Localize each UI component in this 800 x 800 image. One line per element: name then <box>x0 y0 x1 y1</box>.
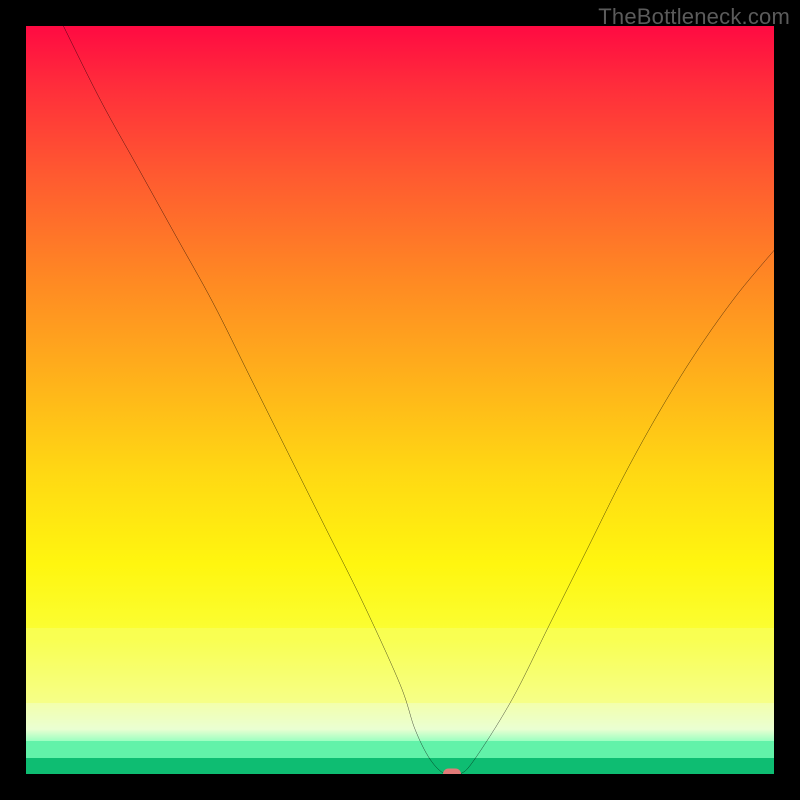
chart-frame: TheBottleneck.com <box>0 0 800 800</box>
plot-area <box>26 26 774 774</box>
bottleneck-curve <box>26 26 774 774</box>
watermark-text: TheBottleneck.com <box>598 4 790 30</box>
optimal-point-marker <box>443 769 461 775</box>
